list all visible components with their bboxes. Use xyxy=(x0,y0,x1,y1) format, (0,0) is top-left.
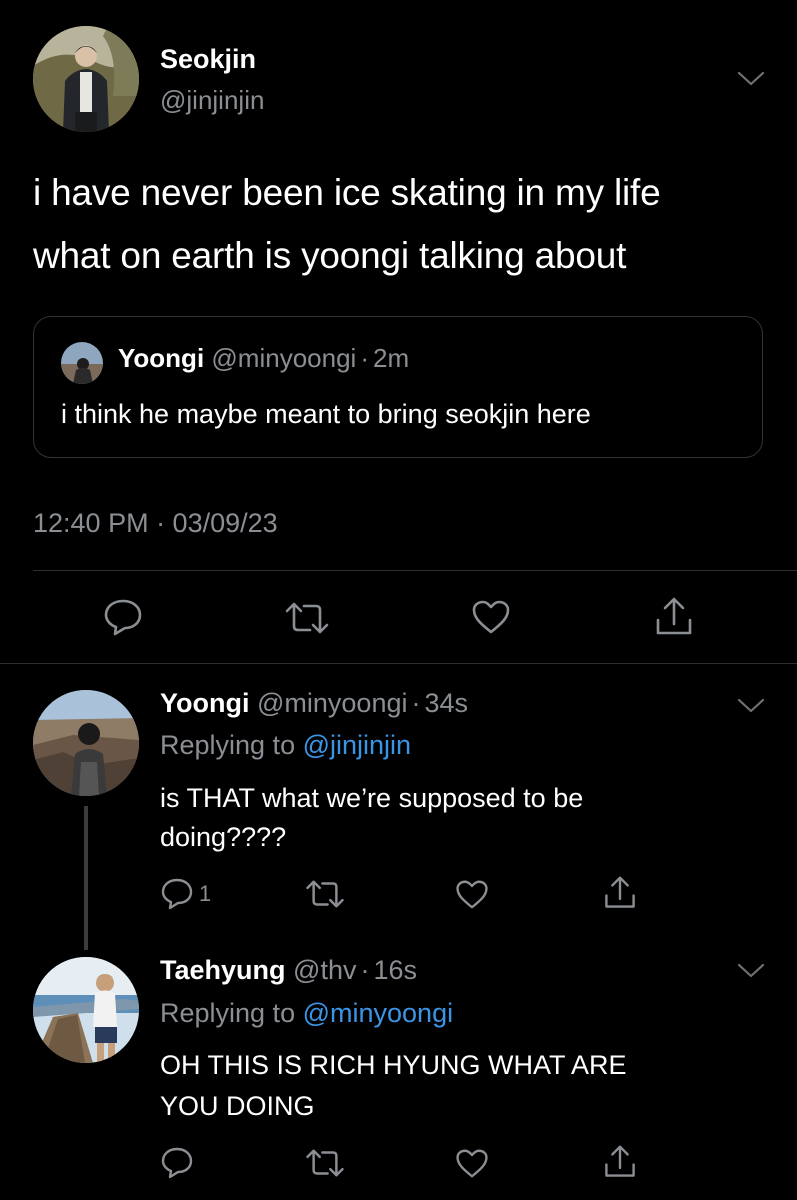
separator-dot: · xyxy=(360,955,370,985)
retweet-icon[interactable] xyxy=(283,601,331,635)
replying-to-label: Replying to xyxy=(160,998,296,1028)
author-handle[interactable]: @jinjinjin xyxy=(160,85,264,116)
quoted-tweet-card[interactable]: Yoongi @minyoongi · 2m i think he maybe me… xyxy=(33,316,763,458)
tweet-text-line-2: what on earth is yoongi talking about xyxy=(33,235,627,276)
separator-dot: · xyxy=(360,343,369,373)
yoongi-quote-avatar xyxy=(61,342,103,384)
reply-author-name[interactable]: Yoongi xyxy=(160,688,249,718)
reply-text-line-1: OH THIS IS RICH HYUNG WHAT ARE xyxy=(160,1050,627,1080)
chevron-down-icon[interactable] xyxy=(737,962,765,985)
divider xyxy=(33,570,797,571)
reply-author-handle[interactable]: @minyoongi xyxy=(257,688,407,718)
author-name[interactable]: Seokjin xyxy=(160,44,256,75)
timestamp: 12:40 PM · 03/09/23 xyxy=(33,508,278,538)
thread-line xyxy=(84,806,88,950)
share-icon[interactable] xyxy=(603,1144,637,1180)
reply-icon[interactable] xyxy=(160,877,194,910)
separator-dot: · xyxy=(411,688,421,718)
replying-to-handle[interactable]: @minyoongi xyxy=(303,998,453,1028)
tweet-text-line-1: i have never been ice skating in my life xyxy=(33,172,661,213)
quoted-author-name: Yoongi xyxy=(118,343,205,373)
reply-text-line-2: doing???? xyxy=(160,822,287,852)
reply-icon[interactable] xyxy=(103,598,143,636)
quoted-time: 2m xyxy=(372,343,410,373)
replying-to-handle[interactable]: @jinjinjin xyxy=(303,730,411,760)
chevron-down-icon[interactable] xyxy=(737,697,765,720)
share-icon[interactable] xyxy=(654,596,694,638)
reply-time: 16s xyxy=(373,955,418,985)
quoted-text: i think he maybe meant to bring seokjin … xyxy=(61,399,591,429)
reply-text-line-2: YOU DOING xyxy=(160,1091,315,1121)
reply-author-name[interactable]: Taehyung xyxy=(160,955,286,985)
like-icon[interactable] xyxy=(471,599,511,635)
replying-to-label: Replying to xyxy=(160,730,296,760)
chevron-down-icon[interactable] xyxy=(737,70,765,93)
share-icon[interactable] xyxy=(603,875,637,911)
seokjin-avatar[interactable] xyxy=(33,26,139,132)
reply-time: 34s xyxy=(424,688,469,718)
taehyung-avatar[interactable] xyxy=(33,957,139,1063)
divider xyxy=(0,663,797,664)
retweet-icon[interactable] xyxy=(304,1148,346,1178)
quoted-author-handle: @minyoongi xyxy=(211,343,357,373)
retweet-icon[interactable] xyxy=(304,879,346,909)
reply-text-line-1: is THAT what we’re supposed to be xyxy=(160,783,584,813)
reply-count: 1 xyxy=(199,881,212,906)
like-icon[interactable] xyxy=(455,1148,489,1179)
reply-icon[interactable] xyxy=(160,1146,194,1179)
like-icon[interactable] xyxy=(455,879,489,910)
yoongi-avatar[interactable] xyxy=(33,690,139,796)
reply-author-handle[interactable]: @thv xyxy=(293,955,356,985)
